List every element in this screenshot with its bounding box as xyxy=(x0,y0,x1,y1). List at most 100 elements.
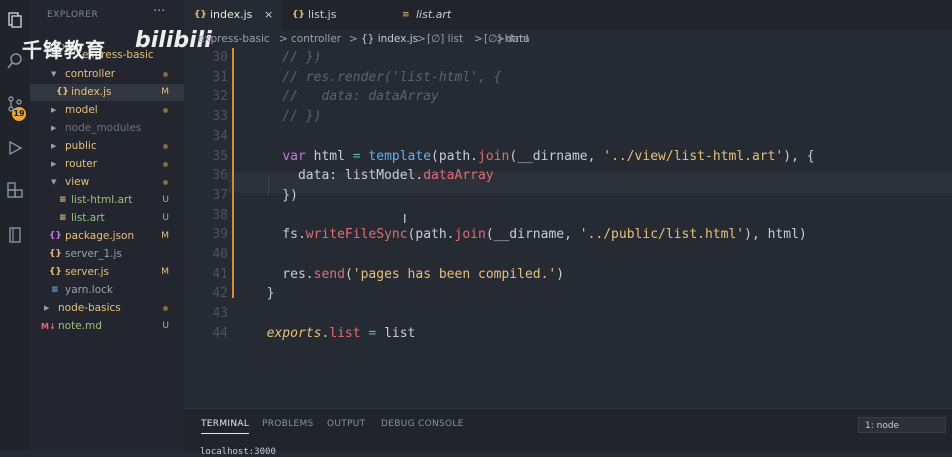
tree-item-list-html-art[interactable]: ≡ list-html.art U xyxy=(30,192,184,209)
breadcrumb-index-js[interactable]: {} index.js xyxy=(361,30,418,48)
chevron-right-icon: ▶ xyxy=(51,142,57,150)
git-status: M xyxy=(161,231,169,241)
code-line[interactable]: 40 xyxy=(184,245,952,265)
tree-item-view[interactable]: ▼ view xyxy=(30,174,184,191)
watermark-logo: 千锋教育 xyxy=(22,38,106,62)
chevron-right-icon: ▶ xyxy=(51,106,57,114)
code-line[interactable]: 43 xyxy=(184,304,952,324)
code-line[interactable]: 33 // }) xyxy=(184,107,952,127)
more-actions-button[interactable]: ··· xyxy=(153,4,165,19)
code-text: // }) xyxy=(251,50,322,65)
git-status: M xyxy=(161,87,169,97)
breadcrumb-list[interactable]: [∅] list xyxy=(427,30,463,48)
modified-dot-icon xyxy=(163,72,168,77)
code-text: res.send('pages has been compiled.') xyxy=(251,266,565,282)
bottom-panel: TERMINAL PROBLEMS OUTPUT DEBUG CONSOLE 1… xyxy=(184,408,952,457)
breadcrumb-express-basic[interactable]: express-basic xyxy=(198,30,270,48)
close-icon[interactable]: × xyxy=(264,0,273,30)
tree-item-server-js[interactable]: {} server.js M xyxy=(30,264,184,281)
modified-dot-icon xyxy=(163,306,168,311)
code-line[interactable]: 32 // data: dataArray xyxy=(184,87,952,107)
code-line[interactable]: 41 res.send('pages has been compiled.') xyxy=(184,265,952,285)
text-cursor-icon: I xyxy=(403,212,407,226)
chevron-right-icon: ▶ xyxy=(51,160,57,168)
modified-dot-icon xyxy=(163,180,168,185)
explorer-title: EXPLORER xyxy=(47,10,99,20)
js-file-icon: {} xyxy=(194,10,207,20)
editor-tabs: {} index.js × {} list.js ≡ list.art xyxy=(184,0,952,30)
tree-item-package-json[interactable]: {} package.json M xyxy=(30,228,184,245)
tree-item-yarn-lock[interactable]: ≡ yarn.lock xyxy=(30,282,184,299)
tab-list-js[interactable]: {} list.js xyxy=(282,0,392,30)
code-line[interactable]: 35 var html = template(path.join(__dirna… xyxy=(184,147,952,167)
tab-terminal[interactable]: TERMINAL xyxy=(201,419,250,434)
tree-item-controller[interactable]: ▼ controller xyxy=(30,66,184,83)
tab-index-js[interactable]: {} index.js × xyxy=(184,0,282,30)
tree-item-node-modules[interactable]: ▶ node_modules xyxy=(30,120,184,137)
terminal-select[interactable]: 1: node xyxy=(858,417,946,433)
markdown-file-icon: M↓ xyxy=(41,322,56,331)
line-number: 41 xyxy=(212,266,228,282)
activity-bar: 19 xyxy=(0,0,30,450)
git-status: U xyxy=(162,195,169,205)
line-number: 44 xyxy=(212,325,228,341)
breadcrumb-separator: > xyxy=(417,33,426,45)
book-icon[interactable] xyxy=(4,224,26,246)
modified-dot-icon xyxy=(163,144,168,149)
tree-item-list-art[interactable]: ≡ list.art U xyxy=(30,210,184,227)
code-editor[interactable]: 30 // }) 31 // res.render('list-html', {3… xyxy=(184,48,952,408)
code-line[interactable]: 39 fs.writeFileSync(path.join(__dirname,… xyxy=(184,225,952,245)
tab-output[interactable]: OUTPUT xyxy=(327,419,365,429)
modified-dot-icon xyxy=(163,108,168,113)
breadcrumb-controller[interactable]: controller xyxy=(291,30,341,48)
line-number: 40 xyxy=(212,247,228,262)
line-number: 30 xyxy=(212,50,228,65)
breadcrumb-separator: > xyxy=(496,33,505,45)
code-line[interactable]: 38 xyxy=(184,206,952,226)
files-icon[interactable] xyxy=(4,9,26,31)
line-number: 38 xyxy=(212,207,228,223)
code-line[interactable]: 44 exports.list = list xyxy=(184,324,952,344)
git-status: U xyxy=(162,321,169,331)
tree-item-index-js[interactable]: {} index.js M xyxy=(30,84,184,101)
tab-debug-console[interactable]: DEBUG CONSOLE xyxy=(381,419,464,429)
tree-item-node-basics[interactable]: ▶ node-basics xyxy=(30,300,184,317)
tab-problems[interactable]: PROBLEMS xyxy=(262,419,314,429)
line-number: 36 xyxy=(212,168,228,184)
code-text: // res.render('list-html', { xyxy=(251,69,502,85)
breadcrumb-data[interactable]: data xyxy=(506,30,530,48)
code-text: } xyxy=(251,286,275,302)
line-number: 32 xyxy=(212,89,228,105)
debug-icon[interactable] xyxy=(4,137,26,159)
code-line[interactable]: 36 data: listModel.dataArray xyxy=(184,166,952,186)
line-number: 37 xyxy=(212,187,228,203)
code-text: // }) xyxy=(251,109,322,125)
tree-item-public[interactable]: ▶ public xyxy=(30,138,184,155)
tree-item-model[interactable]: ▶ model xyxy=(30,102,184,119)
line-number: 33 xyxy=(212,109,228,125)
js-file-icon: {} xyxy=(49,249,62,259)
tab-list-art[interactable]: ≡ list.art xyxy=(392,0,502,30)
git-status: U xyxy=(162,213,169,223)
tree-item-note-md[interactable]: M↓ note.md U xyxy=(30,318,184,335)
code-line[interactable]: 30 // }) xyxy=(184,48,952,68)
json-file-icon: {} xyxy=(49,231,62,241)
chevron-right-icon: ▶ xyxy=(44,304,50,312)
code-line[interactable]: 42 } xyxy=(184,284,952,304)
art-file-icon: ≡ xyxy=(402,10,410,20)
code-text: fs.writeFileSync(path.join(__dirname, '.… xyxy=(251,227,807,243)
chevron-right-icon: ▶ xyxy=(51,124,57,132)
line-number: 39 xyxy=(212,227,228,243)
tree-item-router[interactable]: ▶ router xyxy=(30,156,184,173)
line-number: 42 xyxy=(212,286,228,302)
code-line[interactable]: 31 // res.render('list-html', { xyxy=(184,68,952,88)
code-line[interactable]: 37 }) xyxy=(184,186,952,206)
tree-item-server-1-js[interactable]: {} server_1.js xyxy=(30,246,184,263)
code-line[interactable]: 34 xyxy=(184,127,952,147)
lock-file-icon: ≡ xyxy=(51,285,59,295)
extensions-icon[interactable] xyxy=(4,180,26,202)
modified-dot-icon xyxy=(163,162,168,167)
line-number: 31 xyxy=(212,69,228,85)
line-number: 34 xyxy=(212,128,228,144)
chevron-down-icon: ▼ xyxy=(51,178,57,186)
